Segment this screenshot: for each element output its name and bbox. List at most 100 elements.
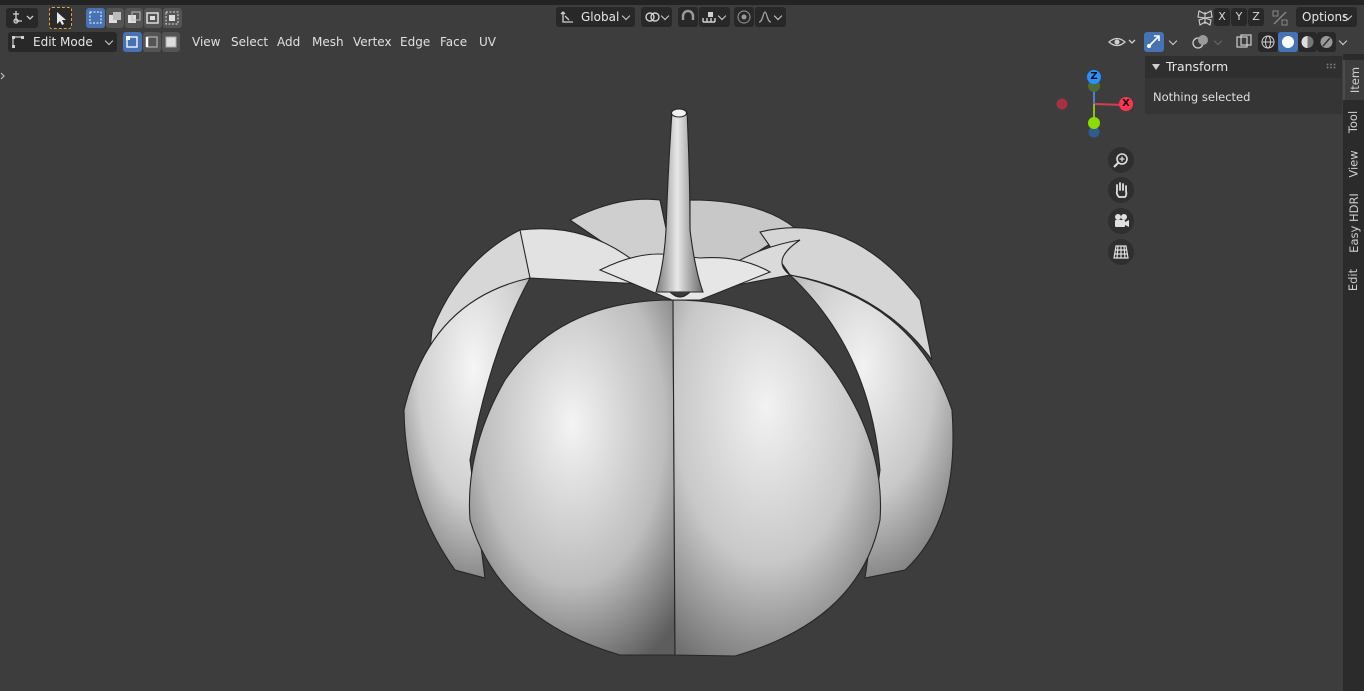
shading-solid-button[interactable]: [1278, 32, 1298, 52]
solid-sphere-icon: [1282, 36, 1294, 48]
camera-view-button[interactable]: [1108, 208, 1134, 234]
options-dropdown[interactable]: Options: [1296, 7, 1357, 27]
orientation-axes-icon: [560, 11, 573, 23]
chevron-down-icon: [1338, 36, 1348, 46]
menu-edge[interactable]: Edge: [395, 32, 435, 52]
gizmo-neg-x-dot[interactable]: [1056, 98, 1068, 110]
ortho-toggle-button[interactable]: [1108, 239, 1134, 265]
transform-orientation-dropdown[interactable]: Global: [556, 7, 635, 27]
zoom-icon: [1113, 153, 1128, 168]
shading-dropdown[interactable]: [1337, 32, 1351, 52]
menu-uv[interactable]: UV: [474, 32, 501, 52]
toolbar-expand-arrow-icon[interactable]: [0, 70, 6, 80]
snap-toggle[interactable]: [678, 7, 698, 27]
gizmo-x-axis[interactable]: X: [1119, 97, 1133, 111]
3d-viewport[interactable]: Z X: [0, 54, 1343, 691]
edge-select-mode-button[interactable]: [143, 32, 161, 52]
3d-view-icon: [13, 11, 34, 24]
select-extend-button[interactable]: [106, 8, 124, 28]
topology-mirror-toggle[interactable]: [1270, 8, 1290, 28]
overlays-toggle[interactable]: [1190, 32, 1212, 52]
gizmo-icon: [1147, 35, 1160, 48]
chevron-down-icon: [717, 11, 727, 21]
menu-select[interactable]: Select: [226, 32, 273, 52]
menu-vertex[interactable]: Vertex: [348, 32, 397, 52]
mirror-butterfly-icon: [1197, 10, 1213, 26]
snap-target-dropdown[interactable]: [699, 7, 730, 27]
chevron-down-icon: [621, 11, 631, 21]
pan-button[interactable]: [1108, 177, 1134, 203]
shading-wireframe-button[interactable]: [1258, 32, 1278, 52]
vertex-select-mode-button[interactable]: [123, 32, 142, 52]
menu-mesh[interactable]: Mesh: [307, 32, 349, 52]
mode-dropdown[interactable]: Edit Mode: [8, 32, 117, 52]
chevron-down-icon: [104, 36, 114, 46]
tab-view[interactable]: View: [1343, 144, 1364, 184]
face-select-mode-button[interactable]: [162, 32, 180, 52]
menu-add[interactable]: Add: [272, 32, 305, 52]
falloff-dropdown[interactable]: [755, 7, 786, 27]
overlays-dropdown[interactable]: [1212, 32, 1226, 52]
select-intersect-button[interactable]: [163, 8, 182, 28]
viewport-header: Edit Mode View Select Add Mesh Vertex Ed…: [0, 29, 1364, 54]
pivot-point-dropdown[interactable]: [641, 7, 672, 27]
select-invert-icon: [146, 12, 159, 24]
select-tool-button[interactable]: [49, 7, 72, 29]
select-extend-icon: [109, 12, 121, 23]
shading-material-button[interactable]: [1298, 32, 1317, 52]
tool-header: Global X Y Z Options: [0, 5, 1364, 29]
tab-item[interactable]: Item: [1343, 60, 1364, 100]
mirror-y-button[interactable]: Y: [1231, 8, 1247, 26]
zoom-button[interactable]: [1108, 147, 1134, 173]
select-new-button[interactable]: [86, 8, 105, 28]
transform-panel: Transform Nothing selected: [1145, 56, 1342, 114]
select-intersect-icon: [165, 11, 179, 25]
transform-panel-header[interactable]: Transform: [1145, 56, 1342, 78]
mode-label: Edit Mode: [33, 35, 93, 49]
falloff-curve-icon: [758, 11, 772, 23]
face-select-icon: [165, 36, 177, 48]
options-label: Options: [1302, 10, 1349, 24]
xray-icon: [1236, 34, 1252, 48]
sidebar-tabs: Item Tool View Easy HDRI Edit: [1343, 54, 1364, 691]
select-subtract-icon: [128, 11, 141, 23]
mirror-toggle[interactable]: [1195, 8, 1215, 28]
visibility-dropdown[interactable]: [1107, 32, 1139, 52]
material-sphere-icon: [1301, 36, 1314, 48]
menu-view[interactable]: View: [187, 32, 225, 52]
pumpkin-mesh[interactable]: [380, 94, 980, 674]
cursor-arrow-icon: [57, 12, 66, 25]
camera-icon: [1115, 214, 1129, 227]
tab-easy-hdri[interactable]: Easy HDRI: [1343, 186, 1364, 260]
vertex-select-icon: [126, 36, 138, 48]
chevron-down-icon: [660, 11, 670, 21]
grid-ortho-icon: [1113, 245, 1129, 259]
shading-rendered-button[interactable]: [1317, 32, 1336, 52]
chevron-down-icon: [1168, 36, 1178, 46]
tab-edit[interactable]: Edit: [1343, 262, 1364, 298]
mirror-x-button[interactable]: X: [1214, 8, 1230, 26]
snap-increment-icon: [702, 12, 716, 23]
wireframe-sphere-icon: [1261, 35, 1275, 49]
tab-tool[interactable]: Tool: [1343, 102, 1364, 142]
gizmo-z-axis[interactable]: Z: [1087, 70, 1101, 84]
mirror-z-button[interactable]: Z: [1248, 8, 1264, 26]
gizmo-toggle[interactable]: [1144, 32, 1164, 52]
nothing-selected-text: Nothing selected: [1153, 90, 1251, 104]
rendered-sphere-icon: [1320, 36, 1333, 48]
drag-handle-icon[interactable]: [1326, 63, 1338, 69]
editor-type-button[interactable]: [6, 8, 38, 28]
select-subtract-button[interactable]: [125, 8, 143, 28]
orientation-label: Global: [581, 10, 620, 24]
select-invert-button[interactable]: [144, 8, 162, 28]
gizmo-y-dot[interactable]: [1088, 117, 1100, 129]
edit-mode-icon: [12, 36, 24, 48]
xray-toggle[interactable]: [1234, 32, 1254, 52]
hand-pan-icon: [1115, 182, 1128, 198]
topology-mirror-icon: [1272, 10, 1288, 26]
gizmo-dropdown[interactable]: [1166, 32, 1182, 52]
menu-face[interactable]: Face: [435, 32, 472, 52]
edge-select-icon: [145, 36, 158, 48]
chevron-down-icon: [773, 11, 783, 21]
proportional-edit-toggle[interactable]: [734, 7, 754, 27]
